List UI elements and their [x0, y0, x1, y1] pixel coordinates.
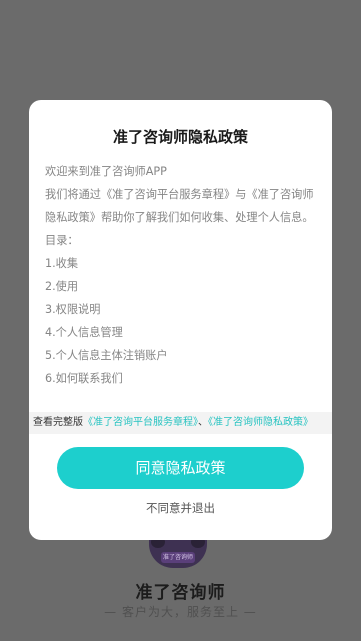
toc-item-use: 2.使用 [45, 280, 79, 293]
agree-privacy-button[interactable]: 同意隐私政策 [57, 447, 304, 489]
toc-item-permissions: 3.权限说明 [45, 303, 101, 316]
policy-scroll-area[interactable]: 欢迎来到准了咨询师APP 我们将通过《准了咨询平台服务章程》与《准了咨询师隐私政… [45, 160, 321, 400]
privacy-policy-link[interactable]: 《准了咨询师隐私政策》 [208, 417, 313, 428]
brand-name: 准了咨询师 [135, 583, 226, 603]
privacy-policy-dialog: 准了咨询师隐私政策 欢迎来到准了咨询师APP 我们将通过《准了咨询平台服务章程》… [29, 100, 332, 540]
toc-heading: 目录： [45, 234, 79, 247]
disagree-exit-button[interactable]: 不同意并退出 [29, 499, 332, 517]
toc-item-account-deletion: 5.个人信息主体注销账户 [45, 349, 168, 362]
mascot-tag: 准了咨询师 [161, 552, 195, 563]
scroll-fade [29, 384, 332, 410]
policy-paragraph: 我们将通过《准了咨询平台服务章程》与《准了咨询师隐私政策》帮助你了解我们如何收集… [45, 188, 314, 224]
full-version-bar: 查看完整版《准了咨询平台服务章程》、《准了咨询师隐私政策》 [29, 412, 332, 434]
service-charter-link[interactable]: 《准了咨询平台服务章程》 [83, 417, 198, 428]
full-version-prefix: 查看完整版 [33, 417, 83, 428]
brand-slogan: — 客户为大，服务至上 — [104, 605, 257, 619]
toc-item-collect: 1.收集 [45, 257, 79, 270]
screen: 准了咨询师 准了咨询师 — 客户为大，服务至上 — 准了咨询师隐私政策 欢迎来到… [0, 0, 361, 641]
dialog-title: 准了咨询师隐私政策 [112, 128, 248, 146]
policy-intro: 欢迎来到准了咨询师APP [45, 165, 167, 178]
toc-item-info-management: 4.个人信息管理 [45, 326, 123, 339]
link-separator: 、 [198, 417, 208, 428]
